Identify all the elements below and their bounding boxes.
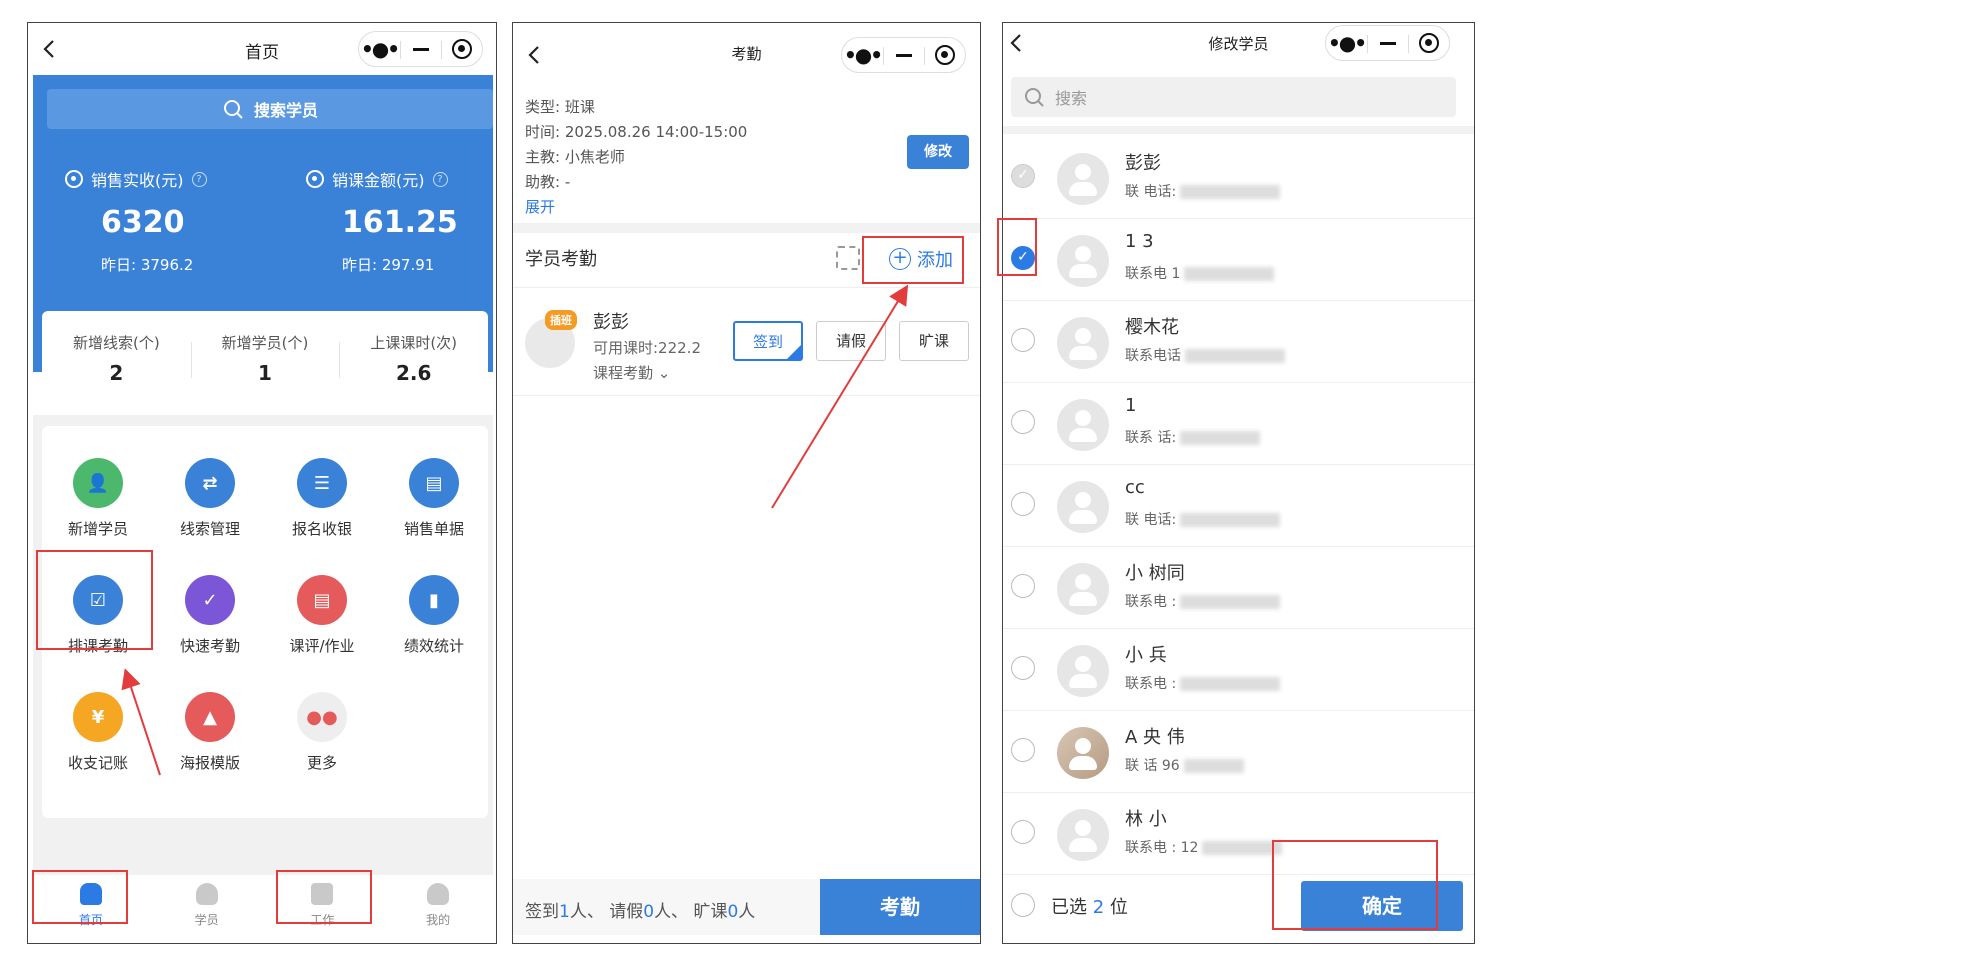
annotation-arrows xyxy=(121,284,909,776)
arrow-to-schedule xyxy=(121,668,161,776)
arrow-to-add xyxy=(771,284,909,509)
